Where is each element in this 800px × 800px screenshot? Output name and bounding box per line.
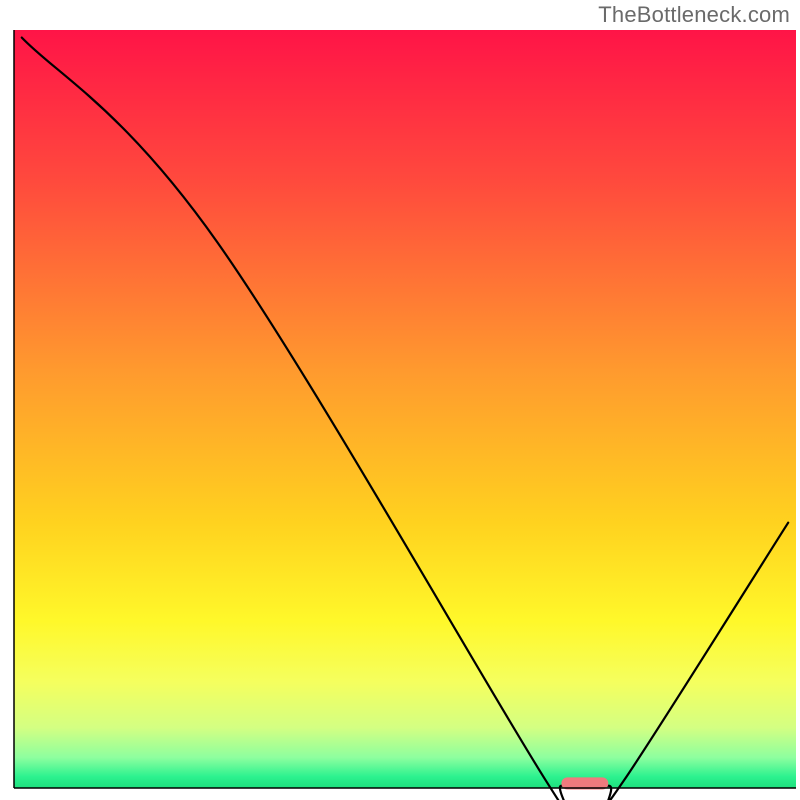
watermark-text: TheBottleneck.com [598,2,790,28]
chart-svg [0,0,800,800]
gradient-background [14,30,796,788]
bottleneck-chart: TheBottleneck.com [0,0,800,800]
